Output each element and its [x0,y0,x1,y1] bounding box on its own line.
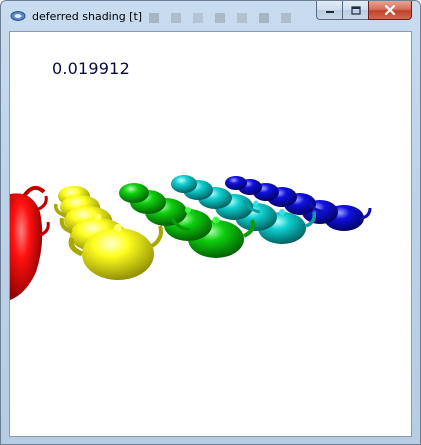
close-icon [384,5,396,15]
maximize-button[interactable] [342,1,368,20]
maximize-icon [350,5,361,15]
frame-time-readout: 0.019912 [52,59,130,78]
app-icon[interactable] [10,10,26,22]
window-title: deferred shading [t] [32,10,143,23]
application-window: deferred shading [t] 0.019912 [0,0,421,445]
teapot-scene [10,175,372,300]
background-toolbar-icons [149,13,291,23]
minimize-icon [325,11,334,13]
red-teapot [10,185,50,300]
render-viewport[interactable]: 0.019912 [9,31,412,437]
caption-buttons [316,1,412,21]
close-button[interactable] [368,1,412,20]
minimize-button[interactable] [316,1,342,20]
title-bar[interactable]: deferred shading [t] [1,1,420,31]
